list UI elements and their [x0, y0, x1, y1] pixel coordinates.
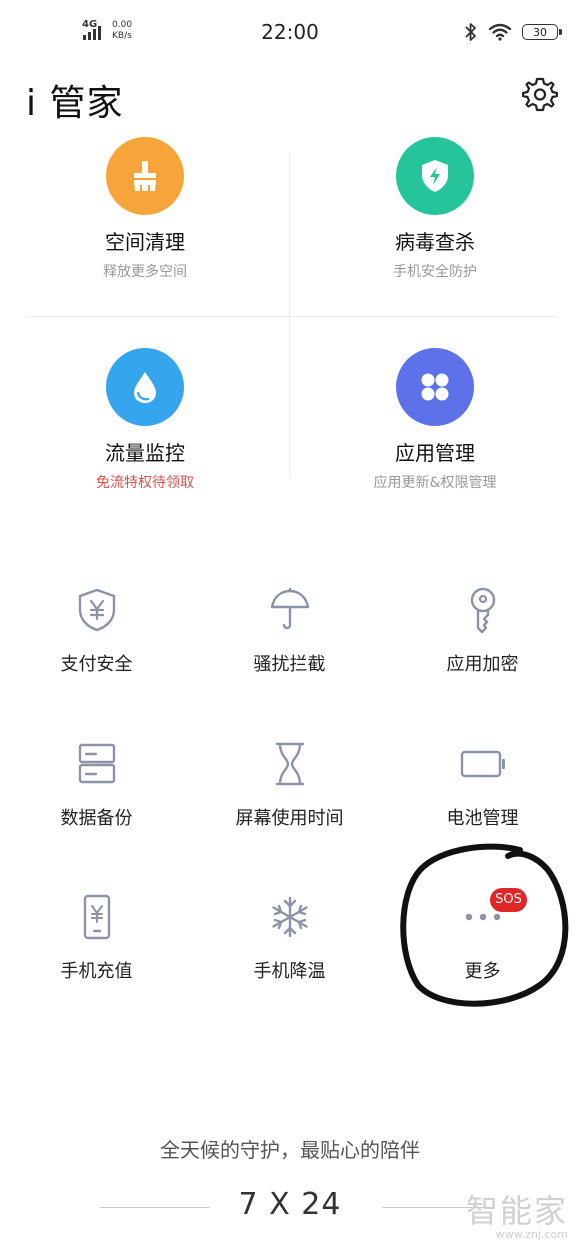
tool-data-backup[interactable]: 数据备份: [0, 740, 193, 830]
feature-subtitle: 手机安全防护: [393, 264, 477, 280]
tool-label: 手机降温: [253, 961, 326, 982]
tool-app-lock[interactable]: 应用加密: [386, 586, 579, 676]
feature-subtitle: 应用更新&权限管理: [373, 475, 497, 491]
tool-label: 更多: [464, 961, 501, 982]
feature-title: 空间清理: [105, 230, 185, 254]
tool-label: 数据备份: [60, 808, 133, 829]
status-icons: 30: [464, 20, 562, 44]
feature-title: 病毒查杀: [395, 230, 475, 254]
footer-slogan: 全天候的守护，最贴心的陪伴: [160, 1138, 420, 1162]
broom-icon: [106, 137, 184, 215]
wifi-icon: [488, 23, 512, 41]
umbrella-icon: [266, 586, 314, 634]
bluetooth-icon: [465, 23, 476, 41]
apps-grid-icon: [396, 348, 474, 426]
tool-more[interactable]: 更多: [386, 893, 579, 983]
watermark: 智能家 www.znj.com: [466, 1194, 568, 1242]
battery-indicator: 30: [522, 24, 562, 40]
tool-payment-security[interactable]: 支付安全: [0, 586, 193, 676]
page-title: i 管家: [26, 83, 124, 124]
tool-screen-time[interactable]: 屏幕使用时间: [193, 740, 386, 830]
feature-virus-scan[interactable]: 病毒查杀 手机安全防护: [290, 137, 580, 281]
snowflake-icon: [266, 893, 314, 941]
tool-label: 手机充值: [60, 961, 133, 982]
water-drop-icon: [106, 348, 184, 426]
feature-app-manage[interactable]: 应用管理 应用更新&权限管理: [290, 348, 580, 492]
shield-bolt-icon: [396, 137, 474, 215]
feature-subtitle: 释放更多空间: [103, 264, 187, 280]
battery-icon: [459, 740, 507, 788]
feature-traffic-monitor[interactable]: 流量监控 免流特权待领取: [0, 348, 290, 492]
grid-divider: [26, 316, 556, 317]
tool-phone-cooling[interactable]: 手机降温: [193, 893, 386, 983]
watermark-brand: 智能家: [465, 1192, 568, 1230]
feature-title: 流量监控: [105, 441, 185, 465]
sos-badge: SOS: [490, 888, 527, 912]
status-bar: 4G 0.00 KB/s 22:00 30: [0, 0, 580, 64]
storage-icon: [73, 740, 121, 788]
tool-label: 支付安全: [60, 654, 133, 675]
header: i 管家: [0, 70, 580, 130]
phone-yuan-icon: [73, 893, 121, 941]
tool-battery-manage[interactable]: 电池管理: [386, 740, 579, 830]
feature-subtitle: 免流特权待领取: [96, 475, 194, 491]
watermark-url: www.znj.com: [495, 1228, 568, 1241]
tool-phone-recharge[interactable]: 手机充值: [0, 893, 193, 983]
tool-label: 屏幕使用时间: [235, 808, 344, 829]
tool-label: 应用加密: [446, 654, 519, 675]
battery-level: 30: [533, 25, 547, 39]
key-icon: [459, 586, 507, 634]
yuan-shield-icon: [73, 586, 121, 634]
feature-space-clean[interactable]: 空间清理 释放更多空间: [0, 137, 290, 281]
gear-icon[interactable]: [522, 76, 558, 112]
tool-label: 骚扰拦截: [253, 654, 326, 675]
tool-harass-block[interactable]: 骚扰拦截: [193, 586, 386, 676]
feature-title: 应用管理: [395, 441, 475, 465]
tool-label: 电池管理: [446, 808, 519, 829]
hourglass-icon: [266, 740, 314, 788]
